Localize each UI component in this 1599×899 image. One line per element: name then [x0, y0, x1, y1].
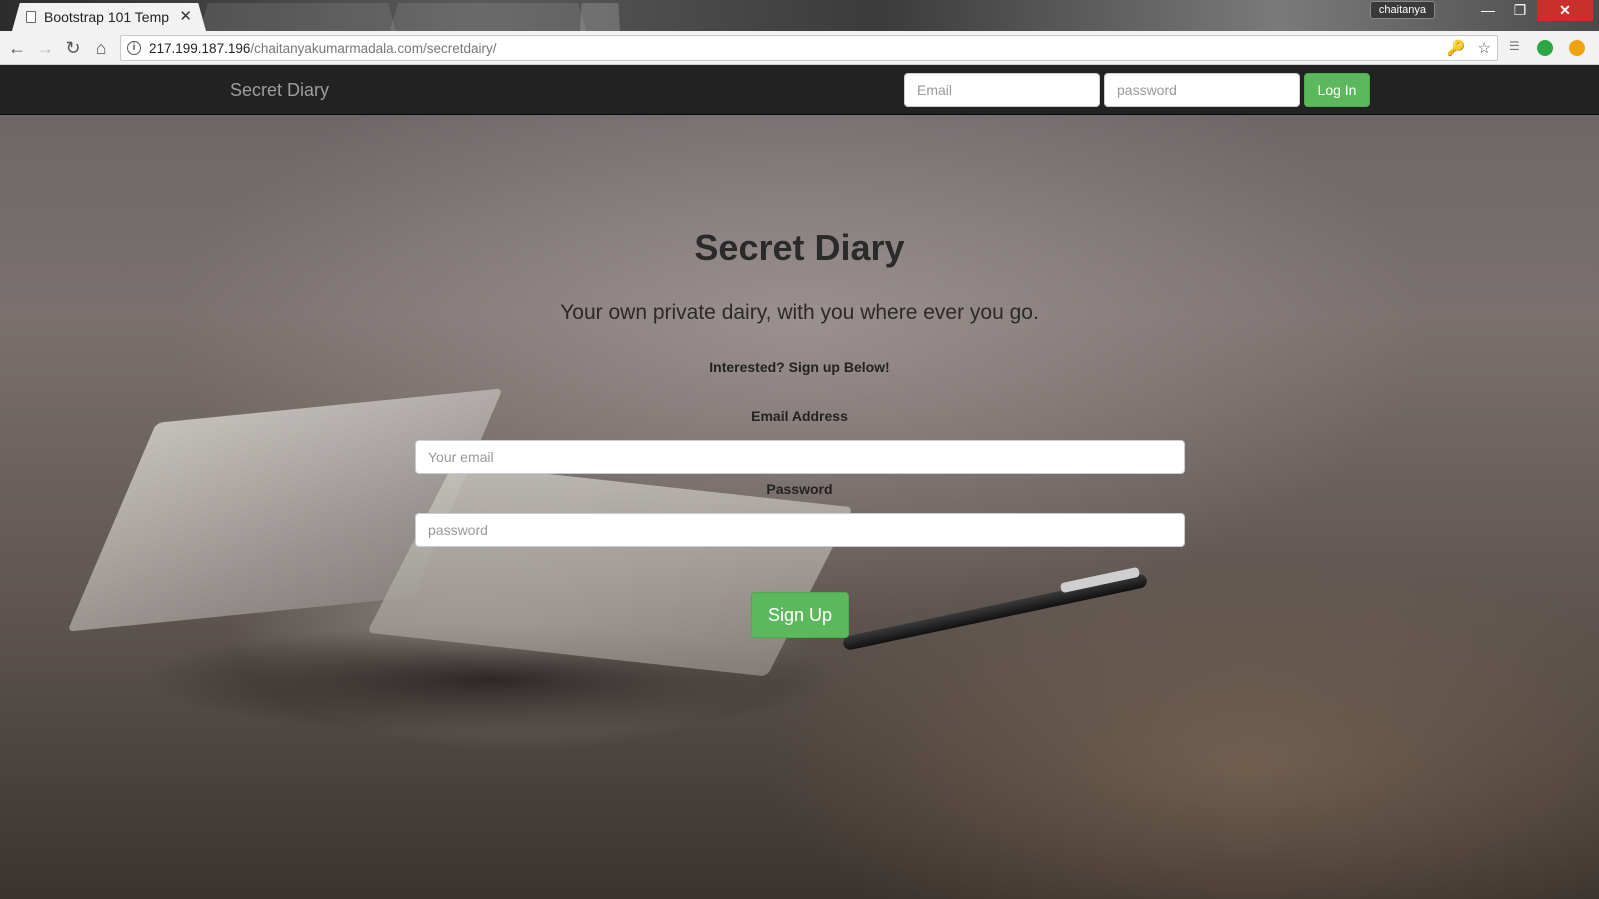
- browser-tab-active[interactable]: Bootstrap 101 Temp ✕: [12, 3, 206, 31]
- extensions-menu-icon[interactable]: ☰: [1509, 39, 1525, 55]
- forward-icon[interactable]: →: [34, 37, 56, 59]
- browser-tab[interactable]: [200, 3, 396, 31]
- omnibox-actions: 🔑 ☆: [1439, 39, 1491, 57]
- profile-button[interactable]: chaitanya: [1369, 1, 1435, 19]
- login-password-input[interactable]: [1104, 73, 1300, 107]
- close-window-icon[interactable]: ✕: [1537, 0, 1593, 21]
- login-button[interactable]: Log In: [1304, 73, 1370, 107]
- tab-title: Bootstrap 101 Temp: [44, 9, 170, 25]
- top-navbar: Secret Diary Log In: [0, 65, 1599, 115]
- login-email-input[interactable]: [904, 73, 1100, 107]
- signup-button[interactable]: Sign Up: [751, 592, 849, 638]
- back-icon[interactable]: ←: [6, 37, 28, 59]
- page-icon: [26, 11, 36, 23]
- extension-icon[interactable]: [1569, 40, 1585, 56]
- url-host: 217.199.187.196: [149, 41, 251, 56]
- key-icon[interactable]: 🔑: [1447, 40, 1466, 57]
- tab-close-icon[interactable]: ✕: [179, 7, 192, 25]
- bookmark-star-icon[interactable]: ☆: [1478, 40, 1491, 57]
- page-background: Secret Diary Log In Secret Diary Your ow…: [0, 65, 1599, 899]
- address-bar[interactable]: i 217.199.187.196/chaitanyakumarmadala.c…: [120, 35, 1498, 61]
- email-label: Email Address: [751, 408, 848, 424]
- browser-toolbar: ← → ↻ ⌂ i 217.199.187.196/chaitanyakumar…: [0, 31, 1599, 65]
- navbar-brand[interactable]: Secret Diary: [230, 80, 329, 101]
- url-path: /chaitanyakumarmadala.com/secretdairy/: [250, 41, 497, 56]
- page-title: Secret Diary: [694, 227, 905, 268]
- url-text: 217.199.187.196/chaitanyakumarmadala.com…: [149, 41, 496, 56]
- signup-email-input[interactable]: [415, 440, 1185, 474]
- signup-prompt: Interested? Sign up Below!: [709, 359, 890, 375]
- new-tab-button[interactable]: [580, 3, 620, 31]
- browser-tab[interactable]: [390, 3, 586, 31]
- browser-titlebar: Bootstrap 101 Temp ✕ chaitanya — ❐ ✕: [0, 0, 1599, 31]
- signup-password-input[interactable]: [415, 513, 1185, 547]
- maximize-icon[interactable]: ❐: [1505, 0, 1535, 21]
- home-icon[interactable]: ⌂: [90, 37, 112, 59]
- minimize-icon[interactable]: —: [1473, 0, 1503, 21]
- page-subtitle: Your own private dairy, with you where e…: [560, 301, 1039, 324]
- grammarly-extension-icon[interactable]: [1537, 40, 1553, 56]
- info-icon[interactable]: i: [127, 41, 141, 55]
- password-label: Password: [766, 481, 833, 497]
- reload-icon[interactable]: ↻: [62, 37, 84, 59]
